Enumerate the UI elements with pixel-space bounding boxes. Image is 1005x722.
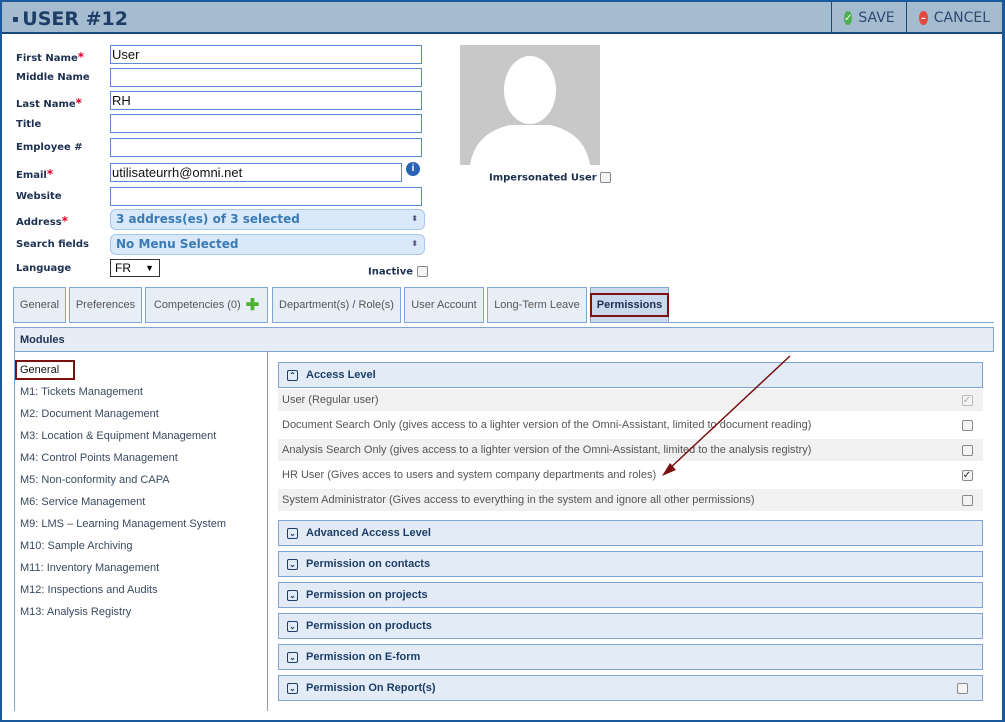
annotation-arrow bbox=[662, 355, 791, 476]
